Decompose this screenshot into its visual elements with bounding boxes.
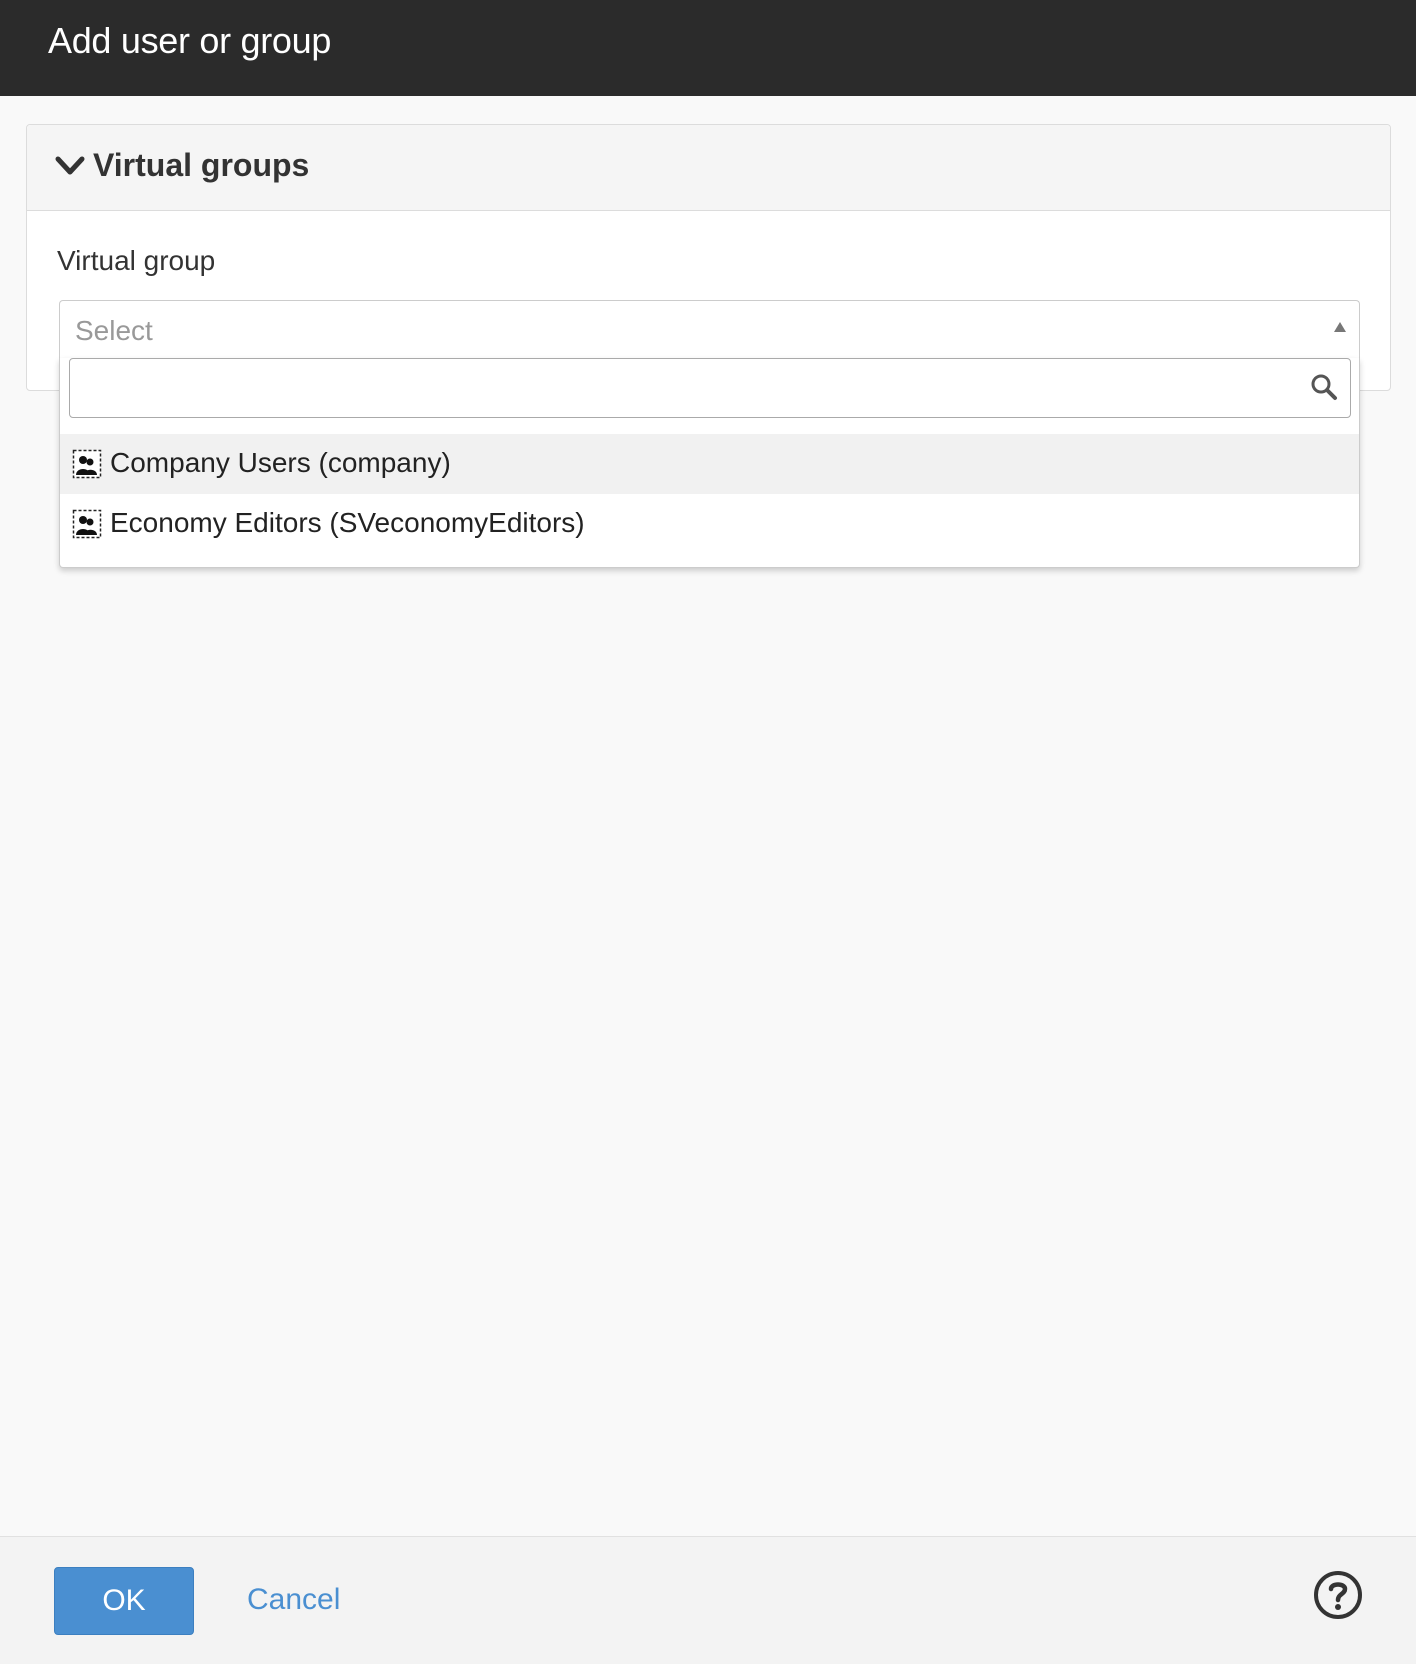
caret-up-icon[interactable] xyxy=(1333,321,1347,333)
group-icon xyxy=(72,449,102,479)
group-icon xyxy=(72,509,102,539)
list-item[interactable]: Economy Editors (SVeconomyEditors) xyxy=(60,494,1359,554)
help-icon[interactable] xyxy=(1312,1569,1364,1621)
virtual-group-select[interactable]: Select xyxy=(59,300,1360,360)
cancel-button[interactable]: Cancel xyxy=(247,1583,340,1617)
search-input[interactable] xyxy=(70,359,1300,417)
dialog-title: Add user or group xyxy=(48,20,332,61)
search-box[interactable] xyxy=(69,358,1351,418)
dialog-footer: OK Cancel xyxy=(0,1536,1416,1664)
search-icon xyxy=(1311,374,1337,400)
select-dropdown: Company Users (company) Economy Editors … xyxy=(59,358,1360,568)
select-placeholder: Select xyxy=(75,315,153,346)
list-item[interactable]: Company Users (company) xyxy=(60,434,1359,494)
ok-button[interactable]: OK xyxy=(54,1567,194,1635)
virtual-group-label: Virtual group xyxy=(57,245,216,276)
option-label: Company Users (company) xyxy=(110,447,451,478)
panel-title: Virtual groups xyxy=(93,147,310,183)
options-list: Company Users (company) Economy Editors … xyxy=(60,434,1359,554)
chevron-down-icon[interactable] xyxy=(55,155,85,177)
panel-header[interactable]: Virtual groups xyxy=(27,125,1390,211)
option-label: Economy Editors (SVeconomyEditors) xyxy=(110,507,585,538)
dialog-titlebar: Add user or group xyxy=(0,0,1416,96)
